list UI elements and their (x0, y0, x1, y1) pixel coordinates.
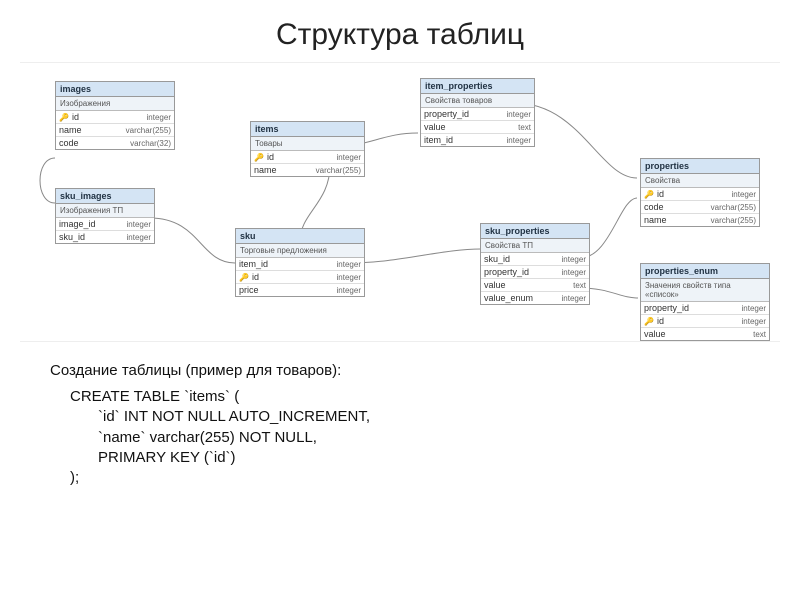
table-row: property_idinteger (641, 302, 769, 315)
table-row: sku_idinteger (481, 253, 589, 266)
table-sub: Изображения ТП (56, 204, 154, 218)
table-row: item_idinteger (236, 258, 364, 271)
table-head: items (251, 122, 364, 137)
table-sub: Торговые предложения (236, 244, 364, 258)
table-head: properties_enum (641, 264, 769, 279)
sql-line: `name` varchar(255) NOT NULL, (98, 428, 800, 448)
page-title: Структура таблиц (0, 0, 800, 62)
table-row: namevarchar(255) (251, 164, 364, 176)
table-row: image_idinteger (56, 218, 154, 231)
table-sku-properties: sku_properties Свойства ТП sku_idinteger… (480, 223, 590, 305)
table-row: namevarchar(255) (56, 124, 174, 137)
table-sku-images: sku_images Изображения ТП image_idintege… (55, 188, 155, 244)
table-head: item_properties (421, 79, 534, 94)
table-row: codevarchar(32) (56, 137, 174, 149)
table-row: 🔑idinteger (251, 151, 364, 164)
table-row: item_idinteger (421, 134, 534, 146)
table-head: images (56, 82, 174, 97)
table-properties: properties Свойства 🔑idinteger codevarch… (640, 158, 760, 227)
table-row: 🔑idinteger (56, 111, 174, 124)
table-row: 🔑idinteger (641, 315, 769, 328)
sql-line: `id` INT NOT NULL AUTO_INCREMENT, (98, 407, 800, 427)
table-sub: Значения свойств типа «список» (641, 279, 769, 302)
table-row: 🔑idinteger (236, 271, 364, 284)
table-sku: sku Торговые предложения item_idinteger … (235, 228, 365, 297)
table-row: sku_idinteger (56, 231, 154, 243)
table-row: valuetext (481, 279, 589, 292)
table-images: images Изображения 🔑idinteger namevarcha… (55, 81, 175, 150)
sql-block: CREATE TABLE `items` ( `id` INT NOT NULL… (70, 387, 800, 488)
sql-line: PRIMARY KEY (`id`) (98, 448, 800, 468)
table-row: valuetext (421, 121, 534, 134)
table-row: property_idinteger (481, 266, 589, 279)
table-row: 🔑idinteger (641, 188, 759, 201)
key-icon: 🔑 (644, 190, 654, 199)
table-sub: Изображения (56, 97, 174, 111)
table-head: properties (641, 159, 759, 174)
table-properties-enum: properties_enum Значения свойств типа «с… (640, 263, 770, 341)
table-row: priceinteger (236, 284, 364, 296)
key-icon: 🔑 (254, 153, 264, 162)
table-row: namevarchar(255) (641, 214, 759, 226)
table-row: property_idinteger (421, 108, 534, 121)
table-row: codevarchar(255) (641, 201, 759, 214)
table-sub: Свойства ТП (481, 239, 589, 253)
table-row: value_enuminteger (481, 292, 589, 304)
er-diagram: images Изображения 🔑idinteger namevarcha… (20, 62, 780, 342)
table-row: valuetext (641, 328, 769, 340)
table-sub: Свойства товаров (421, 94, 534, 108)
sql-caption: Создание таблицы (пример для товаров): (50, 362, 800, 379)
table-head: sku_properties (481, 224, 589, 239)
key-icon: 🔑 (239, 273, 249, 282)
table-head: sku (236, 229, 364, 244)
sql-line: ); (70, 469, 79, 486)
sql-line: CREATE TABLE `items` ( (70, 388, 239, 405)
table-head: sku_images (56, 189, 154, 204)
table-sub: Товары (251, 137, 364, 151)
table-item-properties: item_properties Свойства товаров propert… (420, 78, 535, 147)
table-sub: Свойства (641, 174, 759, 188)
key-icon: 🔑 (59, 113, 69, 122)
key-icon: 🔑 (644, 317, 654, 326)
table-items: items Товары 🔑idinteger namevarchar(255) (250, 121, 365, 177)
